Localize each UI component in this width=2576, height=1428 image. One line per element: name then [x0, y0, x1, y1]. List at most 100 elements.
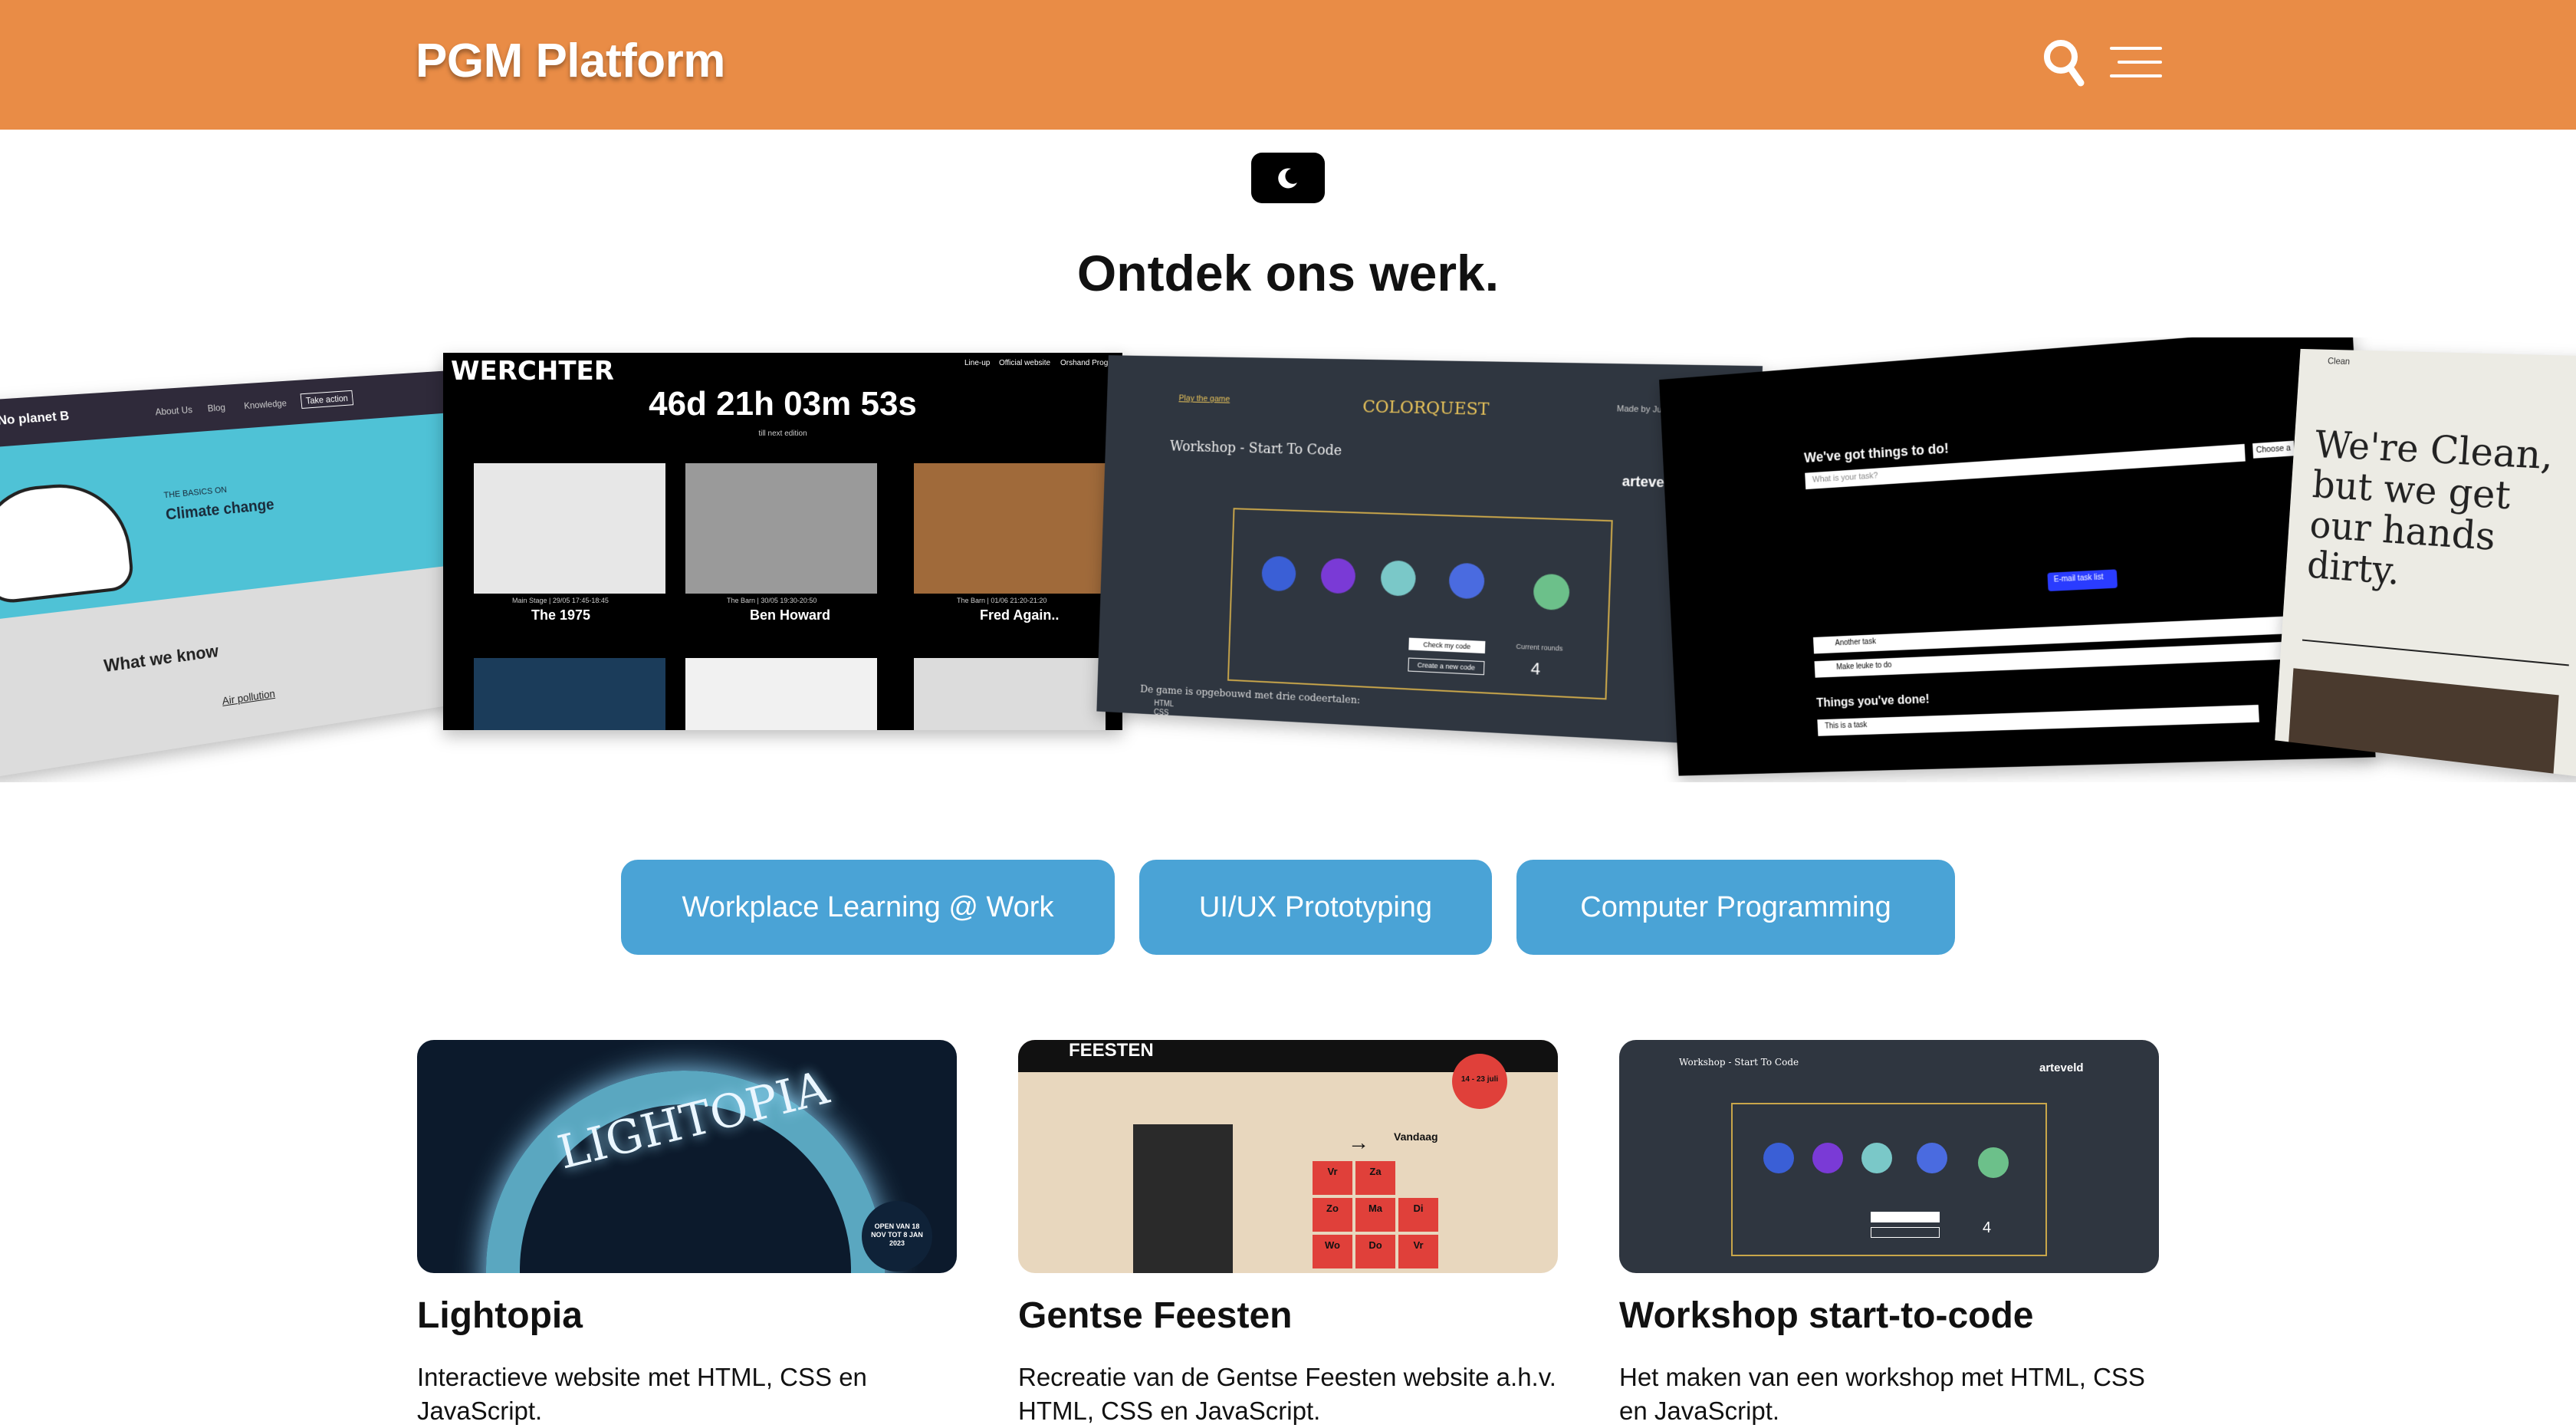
- project-card-title[interactable]: Workshop start-to-code: [1619, 1295, 2033, 1337]
- act-photo: [685, 463, 877, 594]
- act-stage: The Barn | 30/05 19:30-20:50: [727, 597, 817, 604]
- rounds-value: 4: [1983, 1219, 1992, 1236]
- color-ball: [1448, 562, 1485, 600]
- countdown-sub: till next edition: [758, 429, 807, 438]
- slide-list-item: HTML: [1154, 699, 1175, 709]
- slide-nav-item: Line-up: [964, 359, 991, 367]
- game-board: 4: [1731, 1103, 2047, 1256]
- act-photo: [474, 658, 665, 730]
- category-button-uiux-prototyping[interactable]: UI/UX Prototyping: [1139, 860, 1492, 955]
- slide-logo: Clean: [2327, 355, 2351, 367]
- color-ball: [1763, 1143, 1794, 1173]
- opening-badge-text: OPEN VAN 18 NOV TOT 8 JAN 2023: [871, 1222, 923, 1247]
- moon-icon: [1278, 168, 1297, 189]
- slide-sub: Air pollution: [221, 686, 276, 707]
- color-ball: [1380, 560, 1417, 597]
- slide-nav-item: About Us: [154, 403, 193, 418]
- slide-nav-item: Blog: [207, 402, 226, 414]
- done-item-label: This is a task: [1824, 721, 1868, 731]
- top-navigation-bar: PGM Platform: [0, 0, 2576, 130]
- letter-e-collage: [1133, 1124, 1233, 1273]
- color-ball: [1320, 558, 1356, 594]
- brand-logo[interactable]: PGM Platform: [416, 34, 725, 88]
- project-thumbnail[interactable]: FEESTEN 14 - 23 juli → Vandaag Vr Za Zo …: [1018, 1040, 1558, 1273]
- slide-quote: We're Clean, but we get our hands dirty.: [2305, 422, 2555, 594]
- section-title: Ontdek ons werk.: [1076, 245, 1500, 301]
- project-card-lightopia[interactable]: LIGHTOPIA OPEN VAN 18 NOV TOT 8 JAN 2023…: [417, 1040, 957, 1425]
- check-code-button: Check my code: [1408, 637, 1486, 654]
- check-button: [1871, 1212, 1940, 1222]
- date-badge-text: 14 - 23 juli: [1460, 1075, 1499, 1084]
- todo-item-label: Another task: [1835, 637, 1877, 648]
- day-cell: Vr: [1313, 1161, 1352, 1195]
- game-board: Check my code Create a new code Current …: [1227, 508, 1613, 700]
- countdown: 46d 21h 03m 53s: [649, 385, 917, 423]
- day-cell: Za: [1355, 1161, 1395, 1195]
- project-card-workshop[interactable]: Workshop - Start To Code arteveld 4 Work…: [1619, 1040, 2159, 1425]
- todo-choose: Choose a: [2252, 440, 2295, 459]
- project-thumbnail[interactable]: Workshop - Start To Code arteveld 4: [1619, 1040, 2159, 1273]
- category-button-workplace-learning[interactable]: Workplace Learning @ Work: [621, 860, 1115, 955]
- slide-logo: COLORQUEST: [1362, 397, 1490, 420]
- rounds-label: Current rounds: [1516, 642, 1563, 653]
- new-code-button: [1871, 1227, 1940, 1238]
- day-cell: Di: [1398, 1198, 1438, 1232]
- project-thumbnail[interactable]: LIGHTOPIA OPEN VAN 18 NOV TOT 8 JAN 2023: [417, 1040, 957, 1273]
- color-ball: [1812, 1143, 1843, 1173]
- thumb-header: FEESTEN: [1069, 1040, 1154, 1061]
- project-card-gentse-feesten[interactable]: FEESTEN 14 - 23 juli → Vandaag Vr Za Zo …: [1018, 1040, 1558, 1425]
- day-cell: Vr: [1398, 1235, 1438, 1268]
- carousel-slide-clean[interactable]: Clean We're Clean, but we get our hands …: [2275, 348, 2576, 778]
- slide-link: Play the game: [1178, 393, 1230, 404]
- carousel-slide-no-planet-b[interactable]: No planet B About Us Blog Knowledge Take…: [0, 370, 491, 779]
- act-photo: [914, 658, 1106, 730]
- thumb-college: arteveld: [2039, 1061, 2084, 1074]
- color-ball: [1533, 573, 1570, 611]
- slide-nav-item: Knowledge: [243, 397, 288, 412]
- color-ball: [1861, 1143, 1892, 1173]
- done-item: [1817, 704, 2259, 736]
- act-photo: [914, 463, 1106, 594]
- slide-logo: WERCHTER: [451, 356, 614, 387]
- project-card-description: Recreatie van de Gentse Feesten website …: [1018, 1363, 1556, 1425]
- act-name: Ben Howard: [750, 607, 831, 623]
- act-photo: [685, 658, 877, 730]
- slide-section: What we know: [103, 641, 219, 676]
- project-card-title[interactable]: Gentse Feesten: [1018, 1295, 1292, 1337]
- slide-nav-item: Official website: [999, 359, 1051, 367]
- slide-list-item: CSS: [1153, 708, 1169, 718]
- act-photo: [474, 463, 665, 594]
- today-label: Vandaag: [1394, 1130, 1438, 1143]
- day-cell: Ma: [1355, 1198, 1395, 1232]
- done-heading: Things you've done!: [1815, 693, 1930, 710]
- day-cell: Do: [1355, 1235, 1395, 1268]
- search-icon[interactable]: [2042, 38, 2085, 89]
- slide-nav-item: Take action: [300, 390, 353, 409]
- slide-logo: No planet B: [0, 409, 71, 429]
- new-code-button: Create a new code: [1408, 657, 1485, 676]
- project-card-description: Het maken van een workshop met HTML, CSS…: [1619, 1363, 2145, 1425]
- project-card-description: Interactieve website met HTML, CSS en Ja…: [417, 1363, 867, 1425]
- color-ball: [1917, 1143, 1947, 1173]
- project-carousel: No planet B About Us Blog Knowledge Take…: [0, 337, 2576, 782]
- day-cell: Wo: [1313, 1235, 1352, 1268]
- dark-mode-toggle[interactable]: [1251, 153, 1325, 203]
- thumb-heading: Workshop - Start To Code: [1679, 1057, 1799, 1068]
- slide-heading: Workshop - Start To Code: [1169, 438, 1342, 459]
- act-name: Fred Again..: [980, 607, 1060, 623]
- project-card-title[interactable]: Lightopia: [417, 1295, 583, 1337]
- category-button-computer-programming[interactable]: Computer Programming: [1516, 860, 1955, 955]
- todo-heading: We've got things to do!: [1803, 440, 1950, 466]
- rounds-value: 4: [1530, 658, 1541, 679]
- act-stage: The Barn | 01/06 21:20-21:20: [957, 597, 1047, 604]
- act-name: The 1975: [531, 607, 591, 623]
- divider: [2302, 639, 2569, 666]
- slide-photo: [2288, 668, 2559, 778]
- act-stage: Main Stage | 29/05 17:45-18:45: [512, 597, 609, 604]
- color-ball: [1978, 1147, 2009, 1178]
- arrow-icon: →: [1348, 1130, 1369, 1154]
- hamburger-menu-icon[interactable]: [2110, 44, 2162, 80]
- day-cell: Zo: [1313, 1198, 1352, 1232]
- carousel-slide-todo[interactable]: We've got things to do! What is your tas…: [1659, 337, 2376, 776]
- carousel-slide-werchter[interactable]: WERCHTER Line-up Official website Orshan…: [443, 353, 1122, 730]
